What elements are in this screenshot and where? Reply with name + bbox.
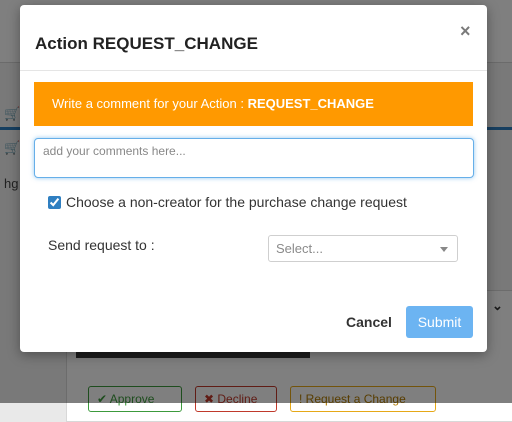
close-icon[interactable]: × xyxy=(460,21,471,42)
action-modal: Action REQUEST_CHANGE × Write a comment … xyxy=(20,5,487,352)
action-alert: Write a comment for your Action : REQUES… xyxy=(34,82,473,126)
non-creator-checkbox[interactable] xyxy=(48,195,61,209)
submit-button[interactable]: Submit xyxy=(406,306,473,338)
modal-header: Action REQUEST_CHANGE × xyxy=(20,5,487,71)
non-creator-option[interactable]: Choose a non-creator for the purchase ch… xyxy=(48,194,407,210)
caret-down-icon xyxy=(440,247,448,252)
select-placeholder: Select... xyxy=(276,241,323,256)
send-request-label: Send request to : xyxy=(48,237,155,253)
modal-title: Action REQUEST_CHANGE xyxy=(35,34,258,53)
non-creator-label: Choose a non-creator for the purchase ch… xyxy=(66,194,407,210)
comment-input[interactable] xyxy=(34,138,474,178)
cancel-button[interactable]: Cancel xyxy=(338,306,400,338)
alert-prefix: Write a comment for your Action : xyxy=(52,96,248,111)
alert-action-name: REQUEST_CHANGE xyxy=(247,96,374,111)
send-request-select[interactable]: Select... xyxy=(268,235,458,262)
